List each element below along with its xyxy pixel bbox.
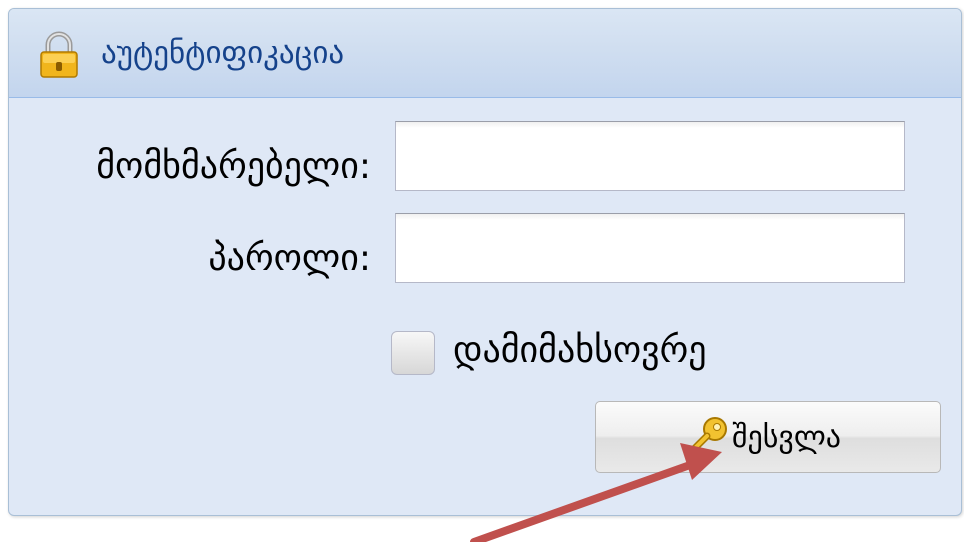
password-input[interactable]	[395, 213, 905, 283]
panel-title: აუტენტიფიკაცია	[101, 35, 345, 71]
username-input[interactable]	[395, 121, 905, 191]
username-label: მომხმარებელი:	[96, 146, 371, 187]
panel-header: აუტენტიფიკაცია	[9, 9, 961, 98]
login-page: აუტენტიფიკაცია მომხმარებელი: პაროლი: დამ…	[0, 0, 964, 542]
remember-me-checkbox[interactable]	[391, 331, 435, 375]
login-button[interactable]: შესვლა	[595, 401, 941, 473]
login-button-label: შესვლა	[732, 420, 841, 455]
password-label: პაროლი:	[208, 238, 371, 279]
remember-me-label[interactable]: დამიმახსოვრე	[453, 327, 707, 375]
lock-icon	[37, 31, 81, 79]
authentication-panel: აუტენტიფიკაცია მომხმარებელი: პაროლი: დამ…	[8, 8, 962, 516]
key-icon	[682, 414, 732, 464]
